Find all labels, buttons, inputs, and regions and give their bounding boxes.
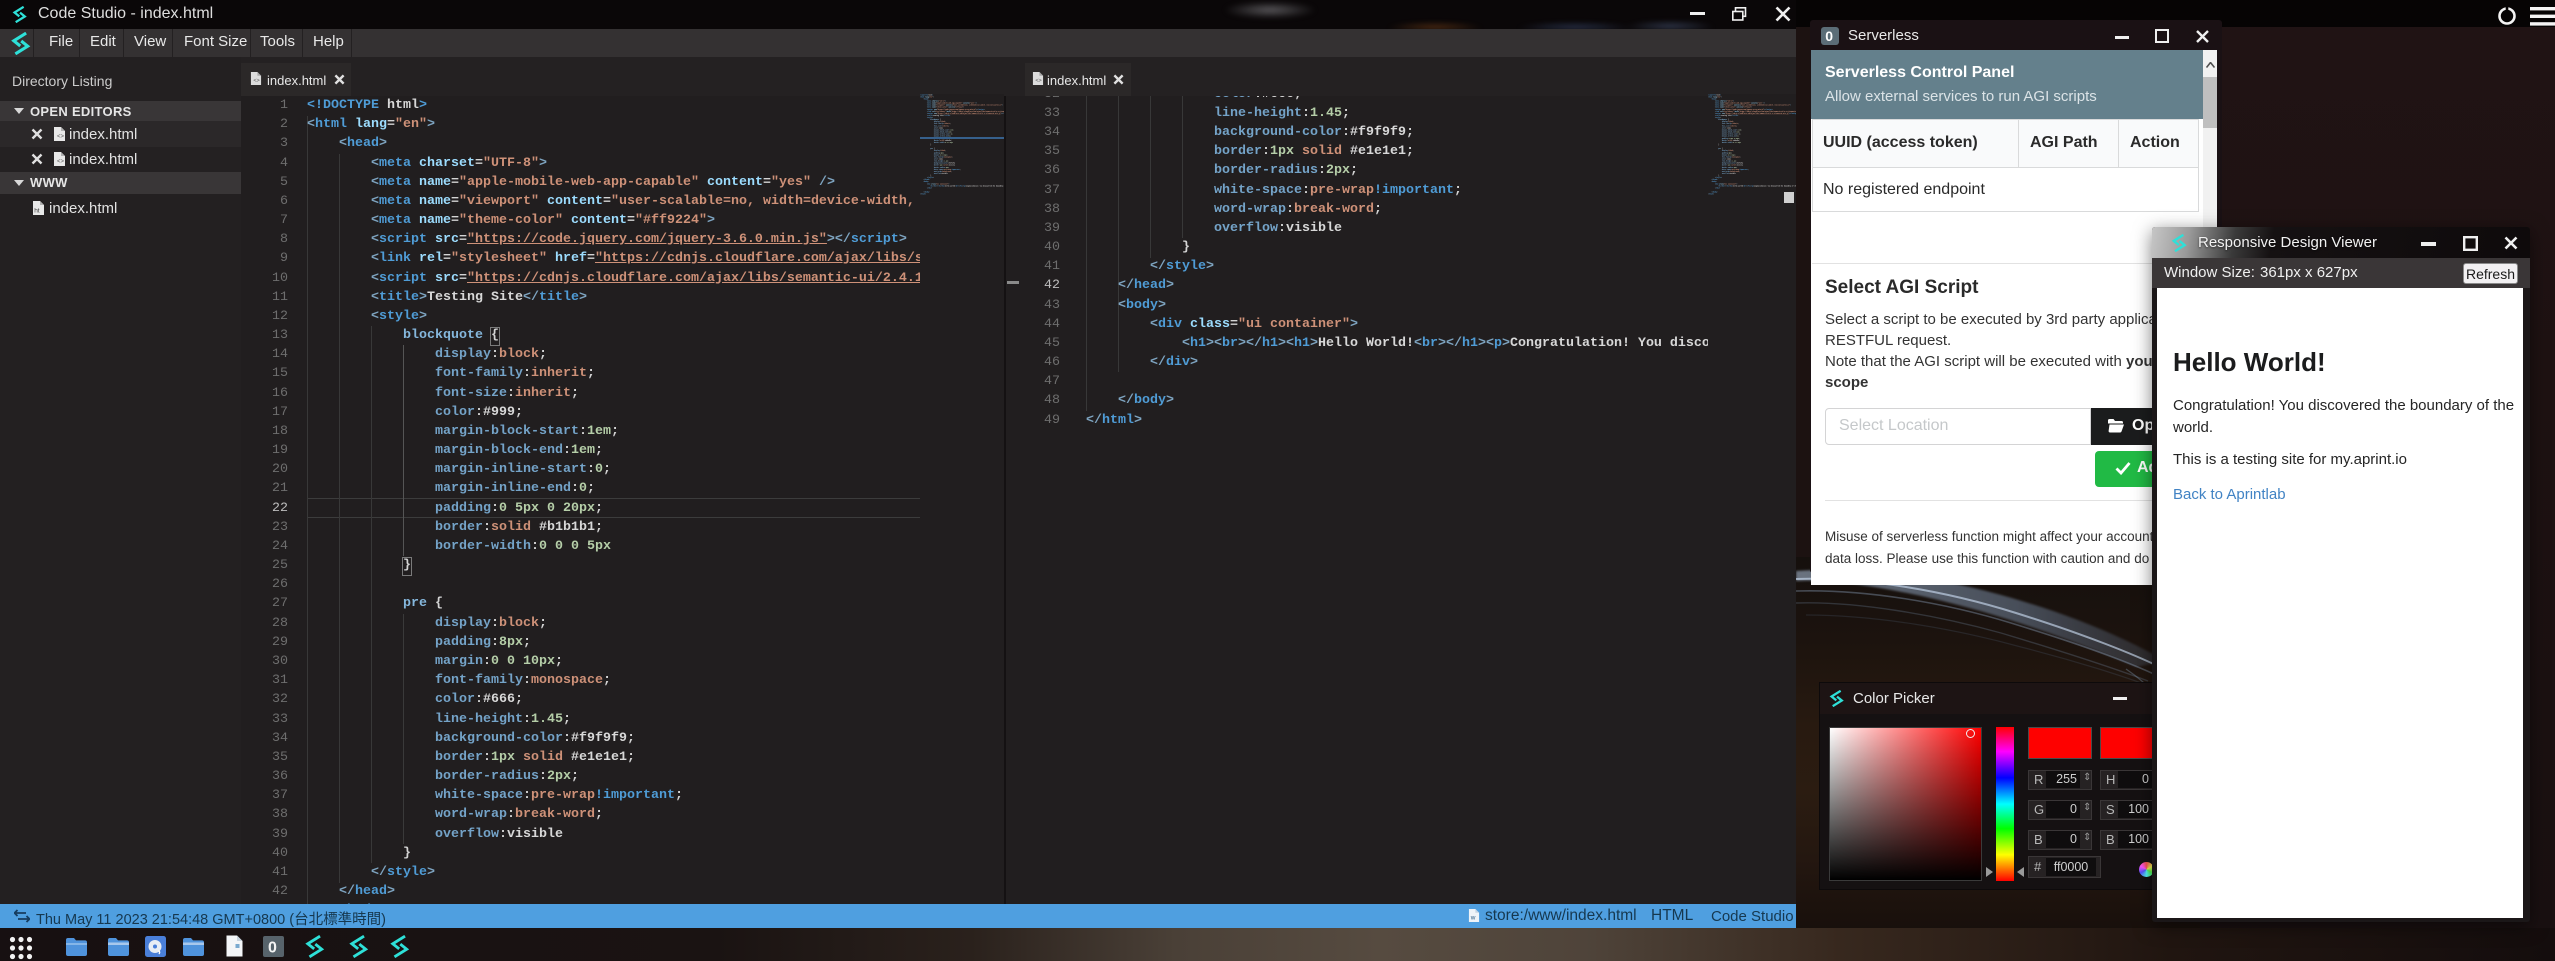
svg-text:<>: <>: [1035, 78, 1041, 84]
svg-text:<>: <>: [253, 78, 259, 84]
svg-text:<>: <>: [57, 159, 65, 165]
svg-text:0: 0: [1825, 28, 1833, 44]
svg-text:ht: ht: [34, 208, 40, 215]
svg-text:0: 0: [268, 940, 277, 957]
svg-text:w: w: [1470, 915, 1476, 922]
svg-text:<>: <>: [57, 134, 65, 140]
